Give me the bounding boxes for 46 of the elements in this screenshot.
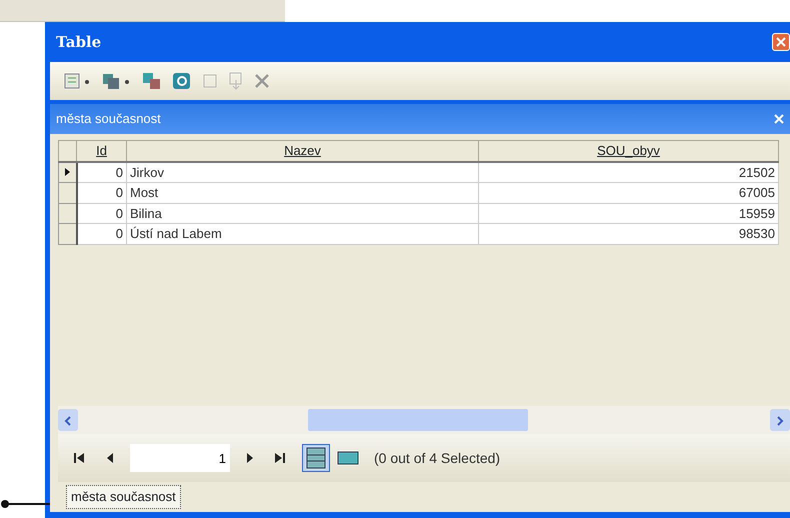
window-title: Table (56, 32, 102, 53)
table-cell: 15959 (478, 203, 778, 224)
chevron-right-icon (776, 416, 784, 426)
table-cell: Bilina (126, 203, 478, 224)
record-field[interactable]: 1 (130, 444, 230, 472)
column-header[interactable]: SOU_obyv (478, 140, 778, 162)
table-cell: 0 (76, 224, 126, 244)
row-selector[interactable] (58, 182, 76, 203)
row-selector[interactable] (58, 224, 76, 244)
chevron-left-icon (64, 416, 72, 426)
connector-line (0, 498, 50, 510)
select-all-icon[interactable] (172, 72, 192, 90)
table-tab[interactable]: města současnost (66, 485, 181, 509)
table-cell: 0 (76, 203, 126, 224)
table-cell: 98530 (478, 224, 778, 244)
related-tables-icon[interactable] (102, 72, 132, 90)
close-icon[interactable] (774, 114, 784, 124)
current-row-icon (64, 168, 70, 176)
scroll-right-button[interactable] (770, 409, 790, 431)
selection-status: (0 out of 4 Selected) (374, 448, 500, 468)
scroll-left-button[interactable] (58, 409, 78, 431)
previous-icon (106, 452, 114, 463)
selected-records-icon (337, 451, 359, 465)
first-icon (74, 452, 86, 463)
switch-selection-icon[interactable] (142, 72, 162, 90)
scrollbar-thumb[interactable] (308, 409, 528, 431)
next-icon (246, 452, 254, 463)
table-icon (306, 447, 326, 469)
table-cell: Ústí nad Labem (126, 224, 478, 244)
table-cell: Jirkov (126, 162, 478, 182)
table-options-icon[interactable] (64, 72, 92, 90)
row-selector[interactable] (58, 203, 76, 224)
show-all-records-button[interactable] (302, 444, 330, 472)
table-cell: 67005 (478, 182, 778, 203)
horizontal-scrollbar[interactable] (58, 406, 790, 434)
column-header[interactable]: Nazev (126, 140, 478, 162)
table-cell: 21502 (478, 162, 778, 182)
column-header[interactable]: Id (76, 140, 126, 162)
table-title: města současnost (56, 110, 161, 128)
table-cell: 0 (76, 182, 126, 203)
delete-icon[interactable] (254, 73, 270, 89)
close-icon (776, 37, 786, 47)
last-icon (274, 452, 286, 463)
close-button[interactable] (772, 33, 790, 51)
row-selector[interactable] (58, 162, 76, 182)
table-cell: Most (126, 182, 478, 203)
